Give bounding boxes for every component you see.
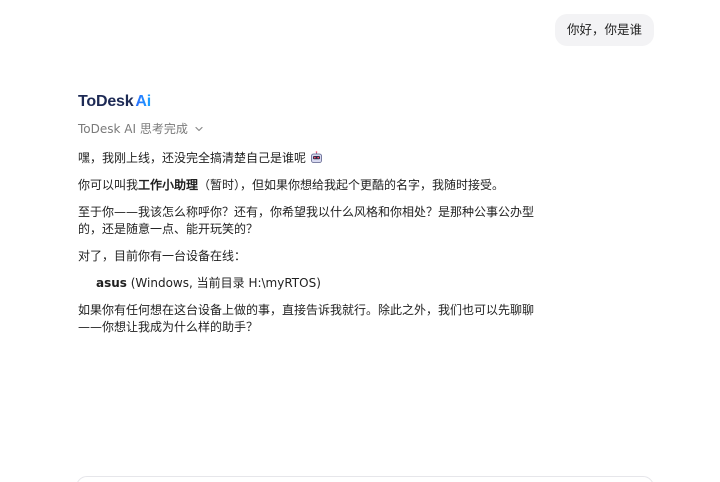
- device-name: asus: [96, 276, 127, 290]
- device-info: (Windows, 当前目录 H:\myRTOS): [126, 276, 321, 290]
- paragraph-2-text-a: 你可以叫我: [78, 178, 139, 192]
- robot-face-icon: [310, 151, 323, 164]
- paragraph-5: 如果你有任何想在这台设备上做的事，直接告诉我就行。除此之外，我们也可以先聊聊——…: [78, 303, 535, 334]
- todesk-ai-logo: ToDesk Ai: [78, 92, 548, 112]
- online-device: asus (Windows, 当前目录 H:\myRTOS): [96, 275, 548, 292]
- paragraph-1-text: 嘿，我刚上线，还没完全搞清楚自己是谁呢: [78, 151, 307, 165]
- user-message-text: 你好，你是谁: [566, 22, 642, 37]
- assistant-response: ToDesk Ai ToDesk AI 思考完成 嘿，我刚上线，还没完全搞清楚自…: [78, 92, 548, 346]
- chevron-down-icon: [194, 123, 204, 133]
- assistant-message: 嘿，我刚上线，还没完全搞清楚自己是谁呢 你可以叫我工作小助理（暂时），但如果你想…: [78, 150, 548, 336]
- paragraph-3: 至于你——我该怎么称呼你？还有，你希望我以什么风格和你相处？是那种公事公办型的，…: [78, 205, 535, 236]
- thinking-status-toggle[interactable]: ToDesk AI 思考完成: [78, 120, 548, 136]
- chat-input-box[interactable]: [76, 476, 654, 482]
- paragraph-2-text-c: （暂时），但如果你想给我起个更酷的名字，我随时接受。: [198, 178, 505, 192]
- thinking-status-text: ToDesk AI 思考完成: [78, 121, 188, 136]
- brand-name: ToDesk: [78, 93, 134, 110]
- paragraph-4: 对了，目前你有一台设备在线：: [78, 249, 247, 263]
- brand-ai: Ai: [135, 93, 152, 110]
- chat-page: 你好，你是谁 ToDesk Ai ToDesk AI 思考完成 嘿，我刚上线，还…: [0, 0, 720, 482]
- paragraph-2-bold: 工作小助理: [138, 178, 199, 192]
- user-message-bubble: 你好，你是谁: [554, 14, 654, 46]
- paragraph-2: 你可以叫我工作小助理（暂时），但如果你想给我起个更酷的名字，我随时接受。: [78, 177, 548, 194]
- paragraph-1: 嘿，我刚上线，还没完全搞清楚自己是谁呢: [78, 150, 548, 167]
